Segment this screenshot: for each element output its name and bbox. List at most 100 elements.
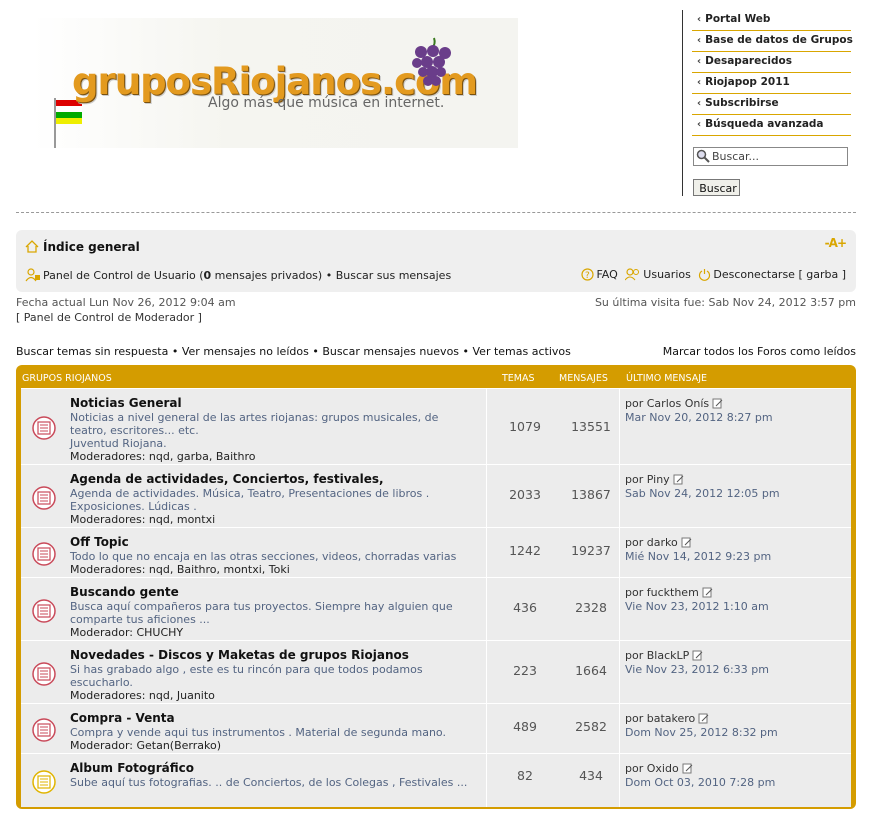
grapes-icon xyxy=(412,37,451,86)
active-topics-link[interactable]: Ver temas activos xyxy=(473,345,571,358)
current-date: Fecha actual Lun Nov 26, 2012 9:04 am xyxy=(16,296,236,309)
members-link[interactable]: Usuarios xyxy=(624,268,691,281)
last-post-author[interactable]: Carlos Onís xyxy=(647,397,709,410)
forum-title[interactable]: Noticias General xyxy=(70,396,182,410)
link-riojapop[interactable]: ‹ Riojapop 2011 xyxy=(692,73,851,94)
view-latest-post-icon[interactable] xyxy=(682,763,693,774)
search-button[interactable]: Buscar xyxy=(693,179,740,196)
forum-row: Agenda de actividades, Conciertos, festi… xyxy=(21,464,851,527)
forum-header: GRUPOS RIOJANOS TEMAS MENSAJES ÚLTIMO ME… xyxy=(21,365,851,388)
unread-link[interactable]: Ver mensajes no leídos xyxy=(182,345,309,358)
link-busqueda-avanzada[interactable]: ‹ Búsqueda avanzada xyxy=(692,115,851,136)
last-post-author[interactable]: Piny xyxy=(647,473,670,486)
topics-header: TEMAS xyxy=(502,373,535,384)
forum-title[interactable]: Off Topic xyxy=(70,535,129,549)
forum-row: Buscando gente Busca aquí compañeros para… xyxy=(21,577,851,640)
category-title[interactable]: GRUPOS RIOJANOS xyxy=(22,373,112,384)
column-divider xyxy=(486,578,487,640)
forum-row: Novedades - Discos y Maketas de grupos R… xyxy=(21,640,851,703)
last-post-author[interactable]: batakero xyxy=(647,712,696,725)
topics-count: 2033 xyxy=(509,487,541,502)
view-latest-post-icon[interactable] xyxy=(681,537,692,548)
last-post-date: Mar Nov 20, 2012 8:27 pm xyxy=(625,411,773,424)
forum-row: Noticias General Noticias a nivel general… xyxy=(21,388,851,464)
link-desaparecidos[interactable]: ‹ Desaparecidos xyxy=(692,52,851,73)
breadcrumb-home[interactable]: Índice general xyxy=(25,240,140,254)
column-divider xyxy=(486,754,487,807)
link-subscribirse[interactable]: ‹ Subscribirse xyxy=(692,94,851,115)
posts-count: 13867 xyxy=(571,487,611,502)
header-links: ‹ Portal Web ‹ Base de datos de Grupos ‹ De… xyxy=(692,10,853,136)
last-post-author[interactable]: darko xyxy=(647,536,678,549)
svg-text:?: ? xyxy=(585,271,590,281)
view-latest-post-icon[interactable] xyxy=(702,587,713,598)
unanswered-link[interactable]: Buscar temas sin respuesta xyxy=(16,345,168,358)
forum-title[interactable]: Novedades - Discos y Maketas de grupos R… xyxy=(70,648,409,662)
font-size-control[interactable]: -A+ xyxy=(825,236,847,250)
forum-title[interactable]: Album Fotográfico xyxy=(70,761,194,775)
forum-row: Off Topic Todo lo que no encaja en las ot… xyxy=(21,527,851,577)
forum-unread-icon xyxy=(32,416,56,440)
forum-row: Album Fotográfico Sube aquí tus fotografi… xyxy=(21,753,851,807)
last-post: por darko Mié Nov 14, 2012 9:23 pm xyxy=(625,536,772,563)
ucp-link[interactable]: Panel de Control de Usuario xyxy=(43,269,196,282)
view-latest-post-icon[interactable] xyxy=(692,650,703,661)
view-latest-post-icon[interactable] xyxy=(698,713,709,724)
logout-link[interactable]: Desconectarse [ garba ] xyxy=(698,268,846,281)
link-base-de-datos[interactable]: ‹ Base de datos de Grupos xyxy=(692,31,853,52)
search-placeholder: Buscar... xyxy=(712,150,760,163)
search-links: Buscar temas sin respuesta • Ver mensaje… xyxy=(16,345,571,358)
forum-row: Compra - Venta Compra y vende aqui tus in… xyxy=(21,703,851,753)
ucp-row: Panel de Control de Usuario (0 mensajes … xyxy=(25,268,451,282)
mark-forums-read-link[interactable]: Marcar todos los Foros como leídos xyxy=(663,345,856,358)
posts-count: 2582 xyxy=(575,719,607,734)
last-post-date: Vie Nov 23, 2012 6:33 pm xyxy=(625,663,769,676)
forum-moderators: Moderadores: nqd, Juanito xyxy=(70,689,215,702)
pm-link[interactable]: mensajes privados) • xyxy=(211,269,336,282)
view-latest-post-icon[interactable] xyxy=(673,474,684,485)
user-panel-icon xyxy=(25,268,40,282)
last-post-date: Mié Nov 14, 2012 9:23 pm xyxy=(625,550,772,563)
own-posts-link[interactable]: Buscar sus mensajes xyxy=(336,269,451,282)
subforum-link[interactable]: Juventud Riojana. xyxy=(70,437,470,450)
last-post-author[interactable]: fuckthem xyxy=(647,586,699,599)
link-portal-web[interactable]: ‹ Portal Web xyxy=(692,10,851,31)
search-input[interactable]: Buscar... xyxy=(693,147,848,166)
forum-description: Agenda de actividades. Música, Teatro, P… xyxy=(70,487,430,513)
forum-description: Si has grabado algo , este es tu rincón … xyxy=(70,663,423,689)
posts-count: 434 xyxy=(579,768,603,783)
nav-right: ? FAQ Usuarios Desconectarse [ garba ] xyxy=(577,268,846,281)
site-logo[interactable]: gruposRiojanos.com Algo más que música e… xyxy=(32,18,518,148)
chevron-left-icon: ‹ xyxy=(697,119,702,130)
faq-link[interactable]: ? FAQ xyxy=(581,268,618,281)
last-visit: Su última visita fue: Sab Nov 24, 2012 3… xyxy=(594,296,856,309)
forum-title[interactable]: Buscando gente xyxy=(70,585,179,599)
last-post: por Oxido Dom Oct 03, 2010 7:28 pm xyxy=(625,762,776,789)
view-latest-post-icon[interactable] xyxy=(712,398,723,409)
last-post-date: Sab Nov 24, 2012 12:05 pm xyxy=(625,487,780,500)
forum-title[interactable]: Compra - Venta xyxy=(70,711,175,725)
forum-moderators: Moderadores: nqd, Baithro, montxi, Toki xyxy=(70,563,290,576)
forum-description: Noticias a nivel general de las artes ri… xyxy=(70,411,439,437)
topics-count: 223 xyxy=(513,663,537,678)
header-separator xyxy=(682,10,683,196)
posts-header: MENSAJES xyxy=(559,373,608,384)
topics-count: 1242 xyxy=(509,543,541,558)
last-post: por Piny Sab Nov 24, 2012 12:05 pm xyxy=(625,473,780,500)
column-divider xyxy=(486,641,487,703)
last-post-author[interactable]: Oxido xyxy=(647,762,679,775)
chevron-left-icon: ‹ xyxy=(697,77,702,88)
forum-rows: Noticias General Noticias a nivel general… xyxy=(21,388,851,807)
forum-title[interactable]: Agenda de actividades, Conciertos, festi… xyxy=(70,472,384,486)
chevron-left-icon: ‹ xyxy=(697,56,702,67)
new-posts-link[interactable]: Buscar mensajes nuevos xyxy=(322,345,459,358)
last-post: por Carlos Onís Mar Nov 20, 2012 8:27 pm xyxy=(625,397,773,424)
last-post-date: Dom Oct 03, 2010 7:28 pm xyxy=(625,776,776,789)
last-post-date: Vie Nov 23, 2012 1:10 am xyxy=(625,600,769,613)
mod-panel-link[interactable]: [ Panel de Control de Moderador ] xyxy=(16,311,202,324)
last-post-author[interactable]: BlackLP xyxy=(647,649,690,662)
forum-unread-icon xyxy=(32,542,56,566)
chevron-left-icon: ‹ xyxy=(697,98,702,109)
posts-count: 19237 xyxy=(571,543,611,558)
search-icon xyxy=(696,149,710,163)
